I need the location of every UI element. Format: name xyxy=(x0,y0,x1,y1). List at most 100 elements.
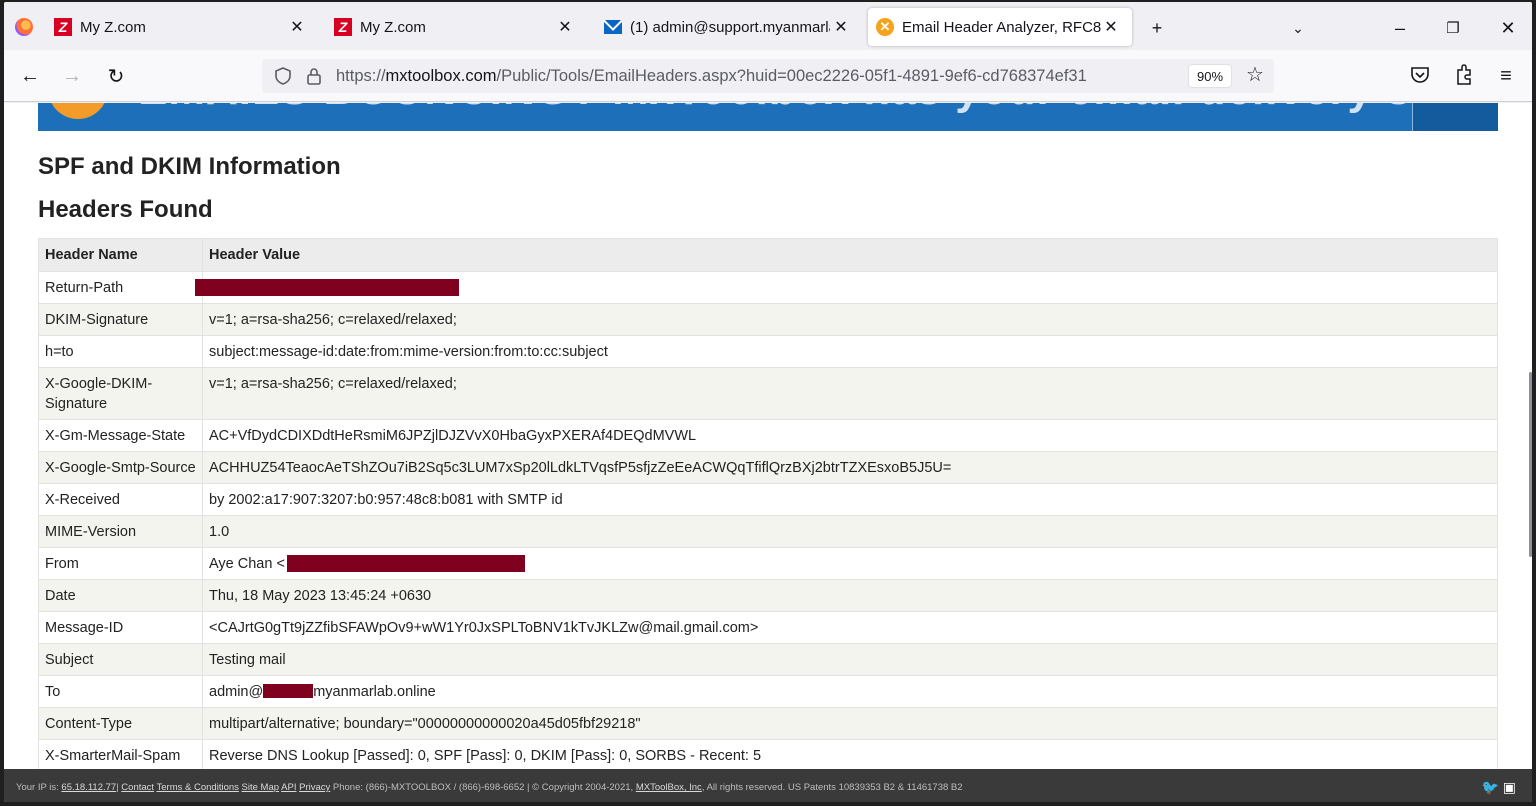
table-row: X-Google-Smtp-Source ACHHUZ54TeaocAeTShZ… xyxy=(38,451,1498,484)
back-icon[interactable]: ← xyxy=(16,62,44,90)
tab-title: (1) admin@support.myanmarlab xyxy=(630,18,830,36)
twitter-icon[interactable]: 🐦 xyxy=(1481,779,1498,795)
header-value xyxy=(195,271,1498,304)
header-name: X-Received xyxy=(38,483,203,516)
table-row: Message-ID <CAJrtG0gTt9jZZfibSFAWpOv9+wW… xyxy=(38,611,1498,644)
header-value: Reverse DNS Lookup [Passed]: 0, SPF [Pas… xyxy=(202,739,1498,769)
header-name: Message-ID xyxy=(38,611,203,644)
footer-link-privacy[interactable]: Privacy xyxy=(299,782,330,793)
bookmark-star-icon[interactable]: ☆ xyxy=(1246,62,1264,87)
table-row: To admin@ myanmarlab.online xyxy=(38,675,1498,708)
page-scrollbar[interactable] xyxy=(1529,372,1532,557)
tracking-protection-icon[interactable] xyxy=(274,67,292,85)
tab-my-zcom-2[interactable]: Z My Z.com ✕ xyxy=(334,8,586,46)
reload-icon[interactable]: ↻ xyxy=(102,62,130,90)
table-row: Content-Type multipart/alternative; boun… xyxy=(38,707,1498,740)
headers-table: Header Name Header Value Return-Path DKI… xyxy=(38,238,1498,769)
table-row: h=to subject:message-id:date:from:mime-v… xyxy=(38,335,1498,368)
close-tab-icon[interactable]: ✕ xyxy=(286,16,308,38)
footer-phone: Phone: (866)-MXTOOLBOX / (866)-698-6652 … xyxy=(332,782,634,793)
table-row: Date Thu, 18 May 2023 13:45:24 +0630 xyxy=(38,579,1498,612)
menu-icon[interactable]: ≡ xyxy=(1492,62,1520,90)
header-name: h=to xyxy=(38,335,203,368)
header-name: Content-Type xyxy=(38,707,203,740)
header-name: MIME-Version xyxy=(38,515,203,548)
header-name: Subject xyxy=(38,643,203,676)
header-value: <CAJrtG0gTt9jZZfibSFAWpOv9+wW1Yr0JxSPLTo… xyxy=(202,611,1498,644)
forward-icon[interactable]: → xyxy=(58,62,86,90)
page-content: EMAILS BOUNCING? MxToolbox has your emai… xyxy=(4,103,1532,769)
pocket-icon[interactable] xyxy=(1410,66,1430,84)
close-tab-icon[interactable]: ✕ xyxy=(554,16,576,38)
to-value-suffix: myanmarlab.online xyxy=(313,684,436,700)
banner-side-panel xyxy=(1412,103,1498,131)
header-value: v=1; a=rsa-sha256; c=relaxed/relaxed; xyxy=(202,367,1498,420)
header-value: AC+VfDydCDIXDdtHeRsmiM6JPZjlDJZVvX0HbaGy… xyxy=(202,419,1498,452)
footer-link-sitemap[interactable]: Site Map xyxy=(242,782,280,793)
header-name: X-Gm-Message-State xyxy=(38,419,203,452)
tab-mail[interactable]: (1) admin@support.myanmarlab ✕ xyxy=(604,8,862,46)
footer-link-api[interactable]: API xyxy=(281,782,296,793)
header-value: Aye Chan < xyxy=(202,547,1498,580)
navigation-bar: ← → ↻ https://mxtoolbox.com/Public/Tools… xyxy=(4,50,1532,102)
redaction-block xyxy=(263,684,314,698)
table-row: Subject Testing mail xyxy=(38,643,1498,676)
footer-link-contact[interactable]: Contact xyxy=(121,782,154,793)
mxtoolbox-icon: ✕ xyxy=(876,18,894,36)
header-name: X-Google-DKIM-Signature xyxy=(38,367,203,420)
footer-rights: , All rights reserved. US Patents 108393… xyxy=(701,782,963,793)
header-value: ACHHUZ54TeaocAeTShZOu7iB2Sq5c3LUM7xSp20l… xyxy=(202,451,1498,484)
header-value: v=1; a=rsa-sha256; c=relaxed/relaxed; xyxy=(202,303,1498,336)
table-header-row: Header Name Header Value xyxy=(38,238,1498,272)
redaction-block xyxy=(286,555,525,572)
header-name: To xyxy=(38,675,203,708)
close-tab-icon[interactable]: ✕ xyxy=(830,16,852,38)
from-value-text: Aye Chan < xyxy=(209,556,285,572)
footer-link-terms[interactable]: Terms & Conditions xyxy=(157,782,239,793)
zoom-level-button[interactable]: 90% xyxy=(1188,64,1232,88)
tab-bar: Z My Z.com ✕ Z My Z.com ✕ (1) admin@supp… xyxy=(4,2,1532,50)
lock-icon[interactable] xyxy=(306,67,322,85)
table-row: X-Received by 2002:a17:907:3207:b0:957:4… xyxy=(38,483,1498,516)
extensions-icon[interactable] xyxy=(1454,64,1474,86)
promo-banner[interactable]: EMAILS BOUNCING? MxToolbox has your emai… xyxy=(38,103,1498,131)
header-value-column: Header Value xyxy=(202,238,1498,272)
redaction-block xyxy=(195,279,459,296)
url-text[interactable]: https://mxtoolbox.com/Public/Tools/Email… xyxy=(336,67,1087,86)
mail-icon xyxy=(604,18,622,36)
tab-my-zcom-1[interactable]: Z My Z.com ✕ xyxy=(54,8,318,46)
new-tab-icon[interactable]: + xyxy=(1143,14,1171,42)
header-value: admin@ myanmarlab.online xyxy=(202,675,1498,708)
social-icons: 🐦 ▣ xyxy=(1481,779,1516,796)
url-bar[interactable]: https://mxtoolbox.com/Public/Tools/Email… xyxy=(262,59,1274,93)
header-name: Return-Path xyxy=(38,271,203,304)
header-value: by 2002:a17:907:3207:b0:957:48c8:b081 wi… xyxy=(202,483,1498,516)
header-name: Date xyxy=(38,579,203,612)
close-window-icon[interactable]: ✕ xyxy=(1494,14,1522,42)
header-name: DKIM-Signature xyxy=(38,303,203,336)
header-name: X-Google-Smtp-Source xyxy=(38,451,203,484)
tab-email-header-analyzer[interactable]: ✕ Email Header Analyzer, RFC822 ✕ xyxy=(868,8,1132,46)
restore-icon[interactable]: ❐ xyxy=(1439,14,1467,42)
table-row: X-Gm-Message-State AC+VfDydCDIXDdtHeRsmi… xyxy=(38,419,1498,452)
footer-company-link[interactable]: MXToolBox, Inc xyxy=(636,782,702,793)
to-value-prefix: admin@ xyxy=(209,684,264,700)
browser-window: Z My Z.com ✕ Z My Z.com ✕ (1) admin@supp… xyxy=(4,2,1532,802)
page-footer: Your IP is: 65.18.112.77| Contact Terms … xyxy=(4,769,1532,802)
minimize-icon[interactable]: – xyxy=(1386,14,1414,42)
table-row: X-Google-DKIM-Signature v=1; a=rsa-sha25… xyxy=(38,367,1498,420)
ip-link[interactable]: 65.18.112.77 xyxy=(61,782,116,793)
header-value: Testing mail xyxy=(202,643,1498,676)
list-all-tabs-icon[interactable]: ⌄ xyxy=(1284,14,1312,42)
tab-title: My Z.com xyxy=(80,18,146,36)
close-tab-icon[interactable]: ✕ xyxy=(1100,16,1122,38)
header-value: Thu, 18 May 2023 13:45:24 +0630 xyxy=(202,579,1498,612)
headers-found-heading: Headers Found xyxy=(38,196,213,223)
blog-icon[interactable]: ▣ xyxy=(1503,779,1516,795)
z-com-icon: Z xyxy=(54,18,72,36)
firefox-icon[interactable] xyxy=(15,18,33,36)
table-row: DKIM-Signature v=1; a=rsa-sha256; c=rela… xyxy=(38,303,1498,336)
banner-logo-icon xyxy=(48,103,108,119)
header-value: multipart/alternative; boundary="0000000… xyxy=(202,707,1498,740)
header-value: subject:message-id:date:from:mime-versio… xyxy=(202,335,1498,368)
